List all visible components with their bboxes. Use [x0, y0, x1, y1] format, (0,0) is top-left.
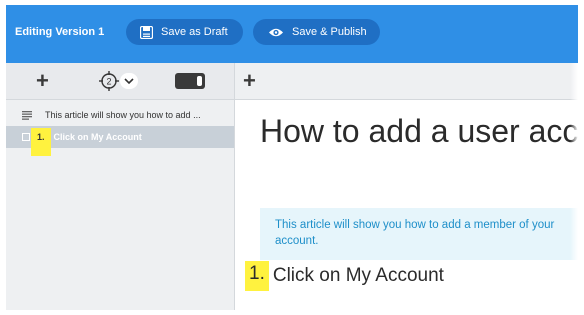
view-toggle[interactable]: [175, 73, 205, 89]
step-heading[interactable]: 1. Click on My Account: [245, 261, 444, 291]
content-toolbar: +: [235, 63, 578, 100]
content-pane: + How to add a user acco This article wi…: [235, 63, 578, 310]
top-bar: Editing Version 1 Save as Draft Save & P…: [6, 5, 578, 63]
sidebar-toolbar: + 2: [6, 63, 234, 100]
save-and-publish-button[interactable]: Save & Publish: [253, 19, 380, 45]
save-and-publish-label: Save & Publish: [292, 26, 367, 38]
lines-icon: [22, 110, 32, 120]
save-as-draft-label: Save as Draft: [161, 26, 228, 38]
edge-fade: [570, 63, 578, 310]
outline-item-step-1[interactable]: 1. Click on My Account: [6, 126, 234, 156]
step-number-highlight: 1.: [31, 128, 51, 156]
floppy-disk-icon: [140, 25, 153, 39]
step-target-dropdown[interactable]: 2: [98, 70, 140, 92]
article-title[interactable]: How to add a user acco: [260, 113, 578, 150]
step-number: 1.: [245, 261, 269, 291]
save-as-draft-button[interactable]: Save as Draft: [126, 19, 243, 45]
version-title: Editing Version 1: [15, 26, 105, 38]
outline-list: This article will show you how to add ..…: [6, 104, 234, 156]
target-count: 2: [106, 77, 111, 87]
step-label: Click on My Account: [272, 265, 444, 286]
add-block-plus-icon[interactable]: +: [243, 70, 256, 92]
checkbox-icon[interactable]: [22, 133, 30, 141]
outline-sidebar: + 2 This article will show you how to ad…: [6, 63, 235, 310]
toggle-knob: [197, 76, 202, 86]
editor-window: Editing Version 1 Save as Draft Save & P…: [6, 5, 578, 310]
eye-icon: [268, 27, 284, 38]
intro-callout[interactable]: This article will show you how to add a …: [260, 208, 578, 260]
add-step-plus-icon[interactable]: +: [36, 70, 49, 92]
outline-item-label: Click on My Account: [53, 132, 142, 142]
outline-item-intro[interactable]: This article will show you how to add ..…: [6, 104, 234, 126]
outline-item-label: This article will show you how to add ..…: [45, 110, 201, 120]
